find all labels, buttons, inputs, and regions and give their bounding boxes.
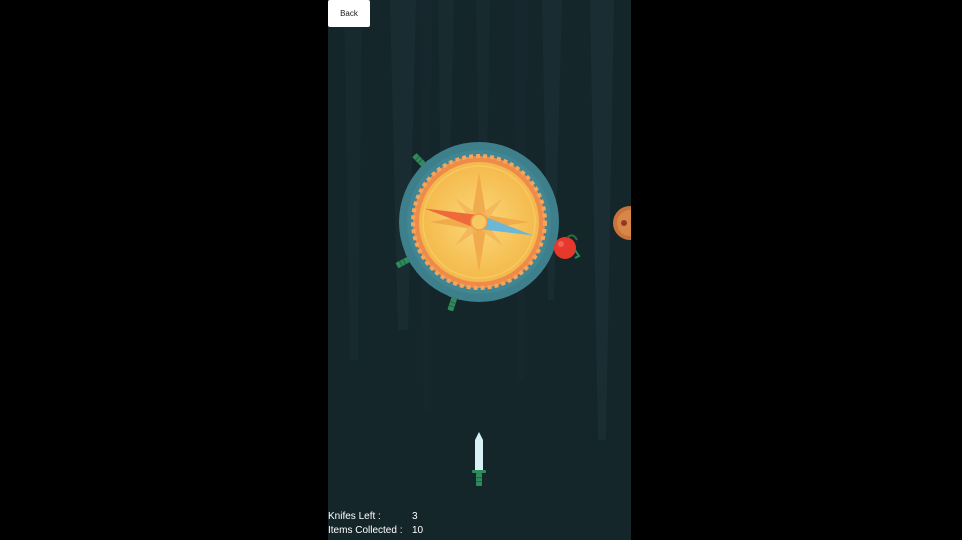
knives-left-value: 3	[412, 511, 418, 522]
coin-icon	[613, 206, 631, 240]
page: Back Knifes Left : 3 Items Collected : 1…	[0, 0, 962, 540]
compass-target-icon[interactable]	[399, 142, 559, 302]
knives-left-label: Knifes Left :	[328, 511, 381, 522]
items-collected-row: Items Collected : 10	[328, 525, 448, 537]
back-button[interactable]: Back	[328, 0, 370, 27]
game-scene[interactable]	[328, 0, 631, 540]
items-collected-value: 10	[412, 525, 424, 536]
items-collected-label: Items Collected :	[328, 525, 403, 536]
apple-icon	[554, 234, 581, 259]
knives-left-row: Knifes Left : 3	[328, 511, 448, 523]
player-knife[interactable]	[472, 432, 486, 486]
game-viewport[interactable]: Back Knifes Left : 3 Items Collected : 1…	[328, 0, 631, 540]
